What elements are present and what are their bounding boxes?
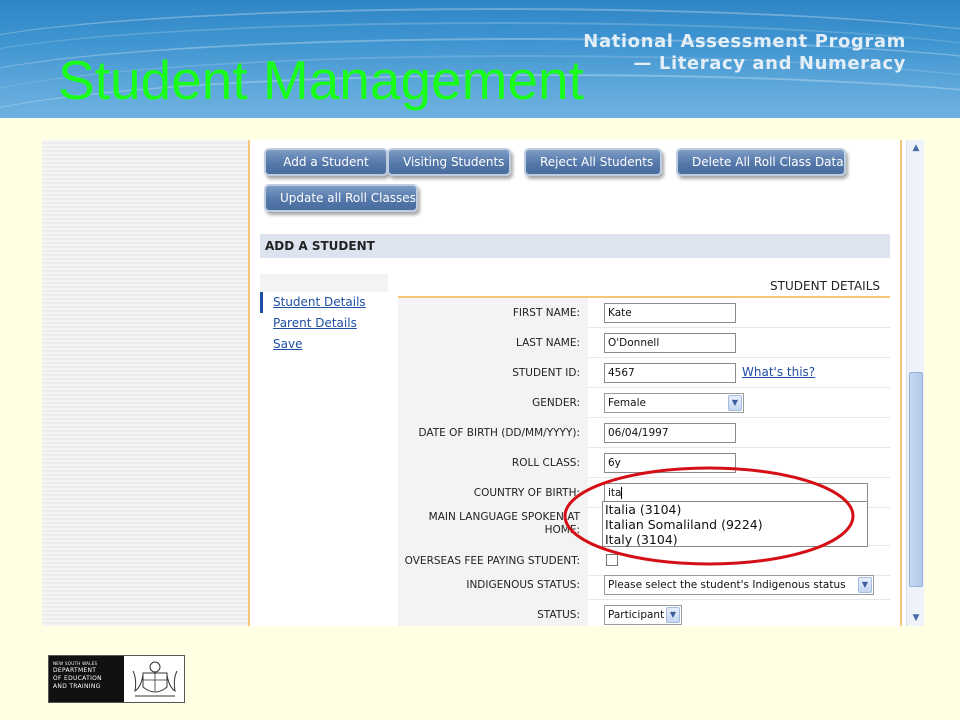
- last-name-input[interactable]: O'Donnell: [604, 333, 736, 353]
- status-select[interactable]: Participant ▼: [604, 605, 682, 625]
- first-name-label: FIRST NAME:: [398, 298, 588, 328]
- indigenous-select[interactable]: Please select the student's Indigenous s…: [604, 575, 874, 595]
- add-student-button[interactable]: Add a Student: [264, 148, 388, 176]
- logo-line-3: OF EDUCATION: [53, 675, 102, 682]
- language-label-line-1: MAIN LANGUAGE SPOKEN AT: [428, 511, 580, 523]
- language-label: MAIN LANGUAGE SPOKEN AT HOME:: [398, 508, 588, 546]
- program-line-1: National Assessment Program: [583, 31, 906, 52]
- chevron-down-icon[interactable]: ▼: [858, 577, 872, 593]
- vertical-scrollbar[interactable]: ▲ ▼: [906, 140, 924, 626]
- indigenous-label: INDIGENOUS STATUS:: [398, 570, 588, 600]
- scroll-up-icon[interactable]: ▲: [909, 142, 923, 154]
- reject-all-students-button[interactable]: Reject All Students: [524, 148, 662, 176]
- app-screenshot: Add a Student Visiting Students Reject A…: [42, 140, 924, 626]
- logo-line-2: DEPARTMENT: [53, 667, 97, 674]
- whats-this-link[interactable]: What's this?: [742, 365, 815, 379]
- first-name-row: FIRST NAME: Kate: [398, 298, 890, 328]
- program-line-2: — Literacy and Numeracy: [633, 53, 906, 74]
- indigenous-value: Please select the student's Indigenous s…: [608, 579, 846, 591]
- dob-input[interactable]: 06/04/1997: [604, 423, 736, 443]
- roll-class-label: ROLL CLASS:: [398, 448, 588, 478]
- chevron-down-icon[interactable]: ▼: [666, 607, 680, 623]
- status-row: STATUS: Participant ▼: [398, 600, 890, 626]
- student-id-input[interactable]: 4567: [604, 363, 736, 383]
- delete-all-roll-class-button[interactable]: Delete All Roll Class Data: [676, 148, 846, 176]
- chevron-down-icon[interactable]: ▼: [728, 395, 742, 411]
- dob-label: DATE OF BIRTH (DD/MM/YYYY):: [398, 418, 588, 448]
- gender-row: GENDER: Female ▼: [398, 388, 890, 418]
- nav-student-details[interactable]: Student Details: [260, 292, 388, 313]
- first-name-input[interactable]: Kate: [604, 303, 736, 323]
- student-id-row: STUDENT ID: 4567 What's this?: [398, 358, 890, 388]
- update-roll-classes-button[interactable]: Update all Roll Classes: [264, 184, 418, 212]
- slide-title: Student Management: [58, 49, 584, 111]
- left-pane: [42, 140, 248, 626]
- logo-line-4: AND TRAINING: [53, 683, 101, 690]
- nav-parent-details[interactable]: Parent Details: [260, 313, 388, 334]
- scroll-down-icon[interactable]: ▼: [909, 612, 923, 624]
- gender-select[interactable]: Female ▼: [604, 393, 744, 413]
- country-label: COUNTRY OF BIRTH:: [398, 478, 588, 508]
- pane-divider: [248, 140, 250, 626]
- language-label-line-2: HOME:: [544, 524, 580, 536]
- nav-save[interactable]: Save: [260, 334, 388, 355]
- form-nav-header: [260, 274, 388, 292]
- gender-label: GENDER:: [398, 388, 588, 418]
- student-id-label: STUDENT ID:: [398, 358, 588, 388]
- student-details-heading: STUDENT DETAILS: [770, 279, 880, 293]
- highlight-ellipse: [563, 466, 855, 566]
- dob-row: DATE OF BIRTH (DD/MM/YYYY): 06/04/1997: [398, 418, 890, 448]
- visiting-students-button[interactable]: Visiting Students: [387, 148, 511, 176]
- scrollbar-thumb[interactable]: [909, 372, 923, 587]
- content-border: [900, 140, 902, 626]
- last-name-row: LAST NAME: O'Donnell: [398, 328, 890, 358]
- logo-text-block: NEW SOUTH WALES DEPARTMENT OF EDUCATION …: [49, 656, 124, 702]
- status-value: Participant: [608, 609, 665, 621]
- header-banner: National Assessment Program — Literacy a…: [0, 0, 960, 118]
- status-label: STATUS:: [398, 600, 588, 626]
- section-heading: ADD A STUDENT: [260, 234, 890, 258]
- gender-value: Female: [608, 397, 646, 409]
- crest-icon: [132, 661, 178, 697]
- indigenous-row: INDIGENOUS STATUS: Please select the stu…: [398, 570, 890, 600]
- form-nav: Student Details Parent Details Save: [260, 274, 388, 355]
- department-logo: NEW SOUTH WALES DEPARTMENT OF EDUCATION …: [48, 655, 185, 703]
- last-name-label: LAST NAME:: [398, 328, 588, 358]
- program-name: National Assessment Program — Literacy a…: [583, 31, 906, 75]
